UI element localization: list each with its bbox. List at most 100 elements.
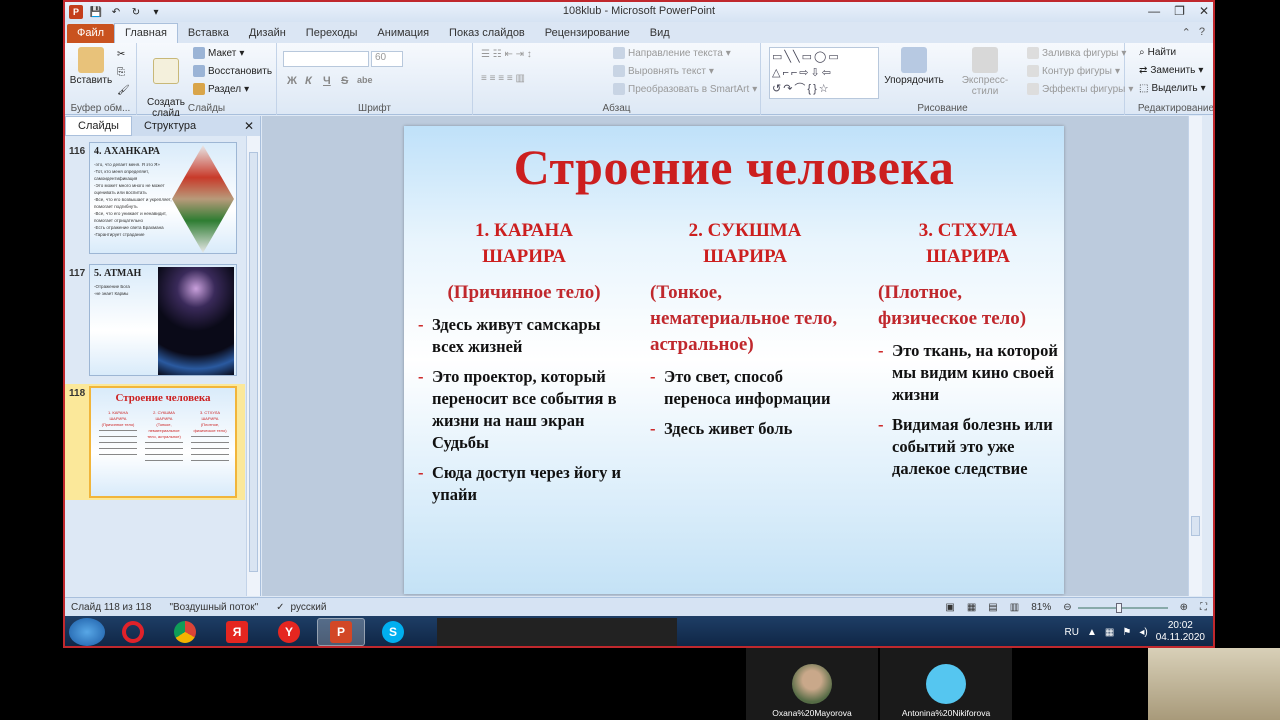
minimize-ribbon-icon[interactable]: ⌃ (1182, 26, 1191, 39)
align-text-button[interactable]: Выровнять текст ▾ (613, 65, 714, 77)
clock[interactable]: 20:02 04.11.2020 (1156, 620, 1205, 644)
tab-transitions[interactable]: Переходы (296, 24, 368, 43)
tab-outline-panel[interactable]: Структура (132, 117, 208, 135)
help-icon[interactable]: ? (1199, 26, 1205, 39)
text-direction-button[interactable]: Направление текста ▾ (613, 47, 731, 59)
shape-fill-button[interactable]: Заливка фигуры ▾ (1027, 47, 1126, 59)
shapes-gallery[interactable]: ▭╲╲▭◯▭ △⌐⌐⇨⇩⇦ ↺↷⌒{}☆ (769, 47, 879, 99)
column-karana[interactable]: 1. КАРАНА ШАРИРА (Причинное тело) Здесь … (418, 218, 630, 506)
canvas-scrollbar[interactable] (1188, 116, 1202, 596)
slides-panel: Слайды Структура ✕ 116 4. АХАНКАРА -это,… (65, 116, 261, 596)
zoom-out-icon[interactable]: ⊖ (1063, 602, 1071, 613)
zoom-in-icon[interactable]: ⊕ (1180, 602, 1188, 613)
language-tray[interactable]: RU (1065, 627, 1079, 638)
zoom-slider-knob[interactable] (1115, 602, 1122, 613)
normal-view-icon[interactable]: ▣ (945, 602, 954, 613)
align-text-icon (613, 65, 625, 77)
slide-thumbnail-118[interactable]: 118 Строение человека 1. КАРАНА ШАРИРА (П… (65, 384, 245, 500)
tray-expand-icon[interactable]: ▲ (1087, 627, 1097, 638)
tab-design[interactable]: Дизайн (239, 24, 296, 43)
tab-file[interactable]: Файл (67, 24, 115, 43)
sorter-view-icon[interactable]: ▦ (967, 602, 976, 613)
reset-button[interactable]: Восстановить (193, 65, 272, 77)
language-indicator[interactable]: русский (291, 602, 327, 613)
list-buttons[interactable]: ☰ ☷ ⇤ ⇥ ↕ (481, 49, 532, 60)
column-sthula[interactable]: 3. СТХУЛА ШАРИРА (Плотное, физическое те… (878, 218, 1058, 480)
text-direction-icon (613, 47, 625, 59)
tab-view[interactable]: Вид (640, 24, 680, 43)
tab-animation[interactable]: Анимация (367, 24, 439, 43)
bold-button[interactable]: Ж (287, 75, 297, 87)
paste-icon (78, 47, 104, 73)
panel-tabs: Слайды Структура ✕ (65, 116, 260, 136)
slideshow-view-icon[interactable]: ▥ (1010, 602, 1019, 613)
find-button[interactable]: ⌕ Найти (1139, 47, 1176, 58)
replace-button[interactable]: ⇄ Заменить ▾ (1139, 65, 1203, 76)
column-subtitle: (Причинное тело) (447, 282, 601, 303)
smartart-button[interactable]: Преобразовать в SmartArt ▾ (613, 83, 757, 95)
ribbon: Вставить ✂ ⎘ 🖌 Буфер обм... Создать слай… (65, 43, 1213, 119)
tab-home[interactable]: Главная (114, 23, 178, 43)
tab-slideshow[interactable]: Показ слайдов (439, 24, 535, 43)
underline-button[interactable]: Ч (323, 75, 331, 87)
participant-tile-1[interactable]: Oxana%20Mayorova (746, 648, 878, 720)
zoom-level[interactable]: 81% (1031, 602, 1051, 613)
group-clipboard: Вставить ✂ ⎘ 🖌 Буфер обм... (65, 43, 137, 115)
taskbar-powerpoint[interactable]: P (317, 618, 365, 646)
shape-outline-button[interactable]: Контур фигуры ▾ (1027, 65, 1120, 77)
tab-slides-panel[interactable]: Слайды (65, 116, 132, 136)
volume-icon[interactable]: ◂) (1139, 627, 1147, 638)
strikethrough-button[interactable]: S (341, 75, 348, 87)
quick-styles-button[interactable]: Экспресс-стили (949, 47, 1021, 97)
theme-name[interactable]: "Воздушный поток" (169, 602, 258, 613)
participant-video[interactable] (1148, 648, 1280, 720)
font-size-combo[interactable]: 60 (371, 51, 403, 67)
participant-tile-2[interactable]: Antonina%20Nikiforova (880, 648, 1012, 720)
slide-thumbnail-116[interactable]: 116 4. АХАНКАРА -это, что делает меня. Я… (65, 142, 245, 254)
slide-thumbnail-117[interactable]: 117 5. АТМАН -Отражение Бога -не знает К… (65, 264, 245, 376)
spellcheck-icon[interactable]: ✓ (276, 602, 284, 613)
panel-scrollbar[interactable] (246, 136, 260, 596)
zoom-slider[interactable] (1077, 602, 1168, 613)
panel-scroll-thumb[interactable] (249, 152, 258, 572)
section-button[interactable]: Раздел ▾ (193, 83, 249, 95)
shape-effects-icon (1027, 83, 1039, 95)
shape-fill-icon (1027, 47, 1039, 59)
start-button[interactable] (69, 618, 105, 646)
flag-icon[interactable]: ⚑ (1122, 627, 1131, 638)
align-buttons[interactable]: ≡ ≡ ≡ ≡ ▥ (481, 73, 525, 84)
column-sukshma[interactable]: 2. СУКШМА ШАРИРА (Тонкое, нематериальное… (650, 218, 840, 440)
taskbar-skype[interactable]: S (369, 618, 417, 646)
shadow-button[interactable]: abe (357, 75, 373, 85)
taskbar-yandex-browser[interactable]: Y (265, 618, 313, 646)
title-bar: P 💾 ↶ ↻ ▾ 108klub - Microsoft PowerPoint… (65, 2, 1213, 22)
select-button[interactable]: ⬚ Выделить ▾ (1139, 83, 1206, 94)
network-icon[interactable]: ▦ (1105, 627, 1114, 638)
tab-review[interactable]: Рецензирование (535, 24, 640, 43)
paste-button[interactable]: Вставить (69, 47, 113, 86)
thumbnail-column-lines (191, 436, 229, 462)
shape-effects-button[interactable]: Эффекты фигуры ▾ (1027, 83, 1133, 95)
arrange-button[interactable]: Упорядочить (883, 47, 945, 86)
tab-insert[interactable]: Вставка (178, 24, 239, 43)
panel-close-icon[interactable]: ✕ (244, 119, 254, 133)
copy-icon[interactable]: ⎘ (117, 67, 125, 78)
arrange-icon (901, 47, 927, 73)
italic-button[interactable]: К (305, 75, 312, 87)
format-painter-icon[interactable]: 🖌 (117, 85, 130, 96)
slide-title[interactable]: Строение человека (404, 138, 1064, 196)
canvas-scroll-thumb[interactable] (1191, 516, 1200, 536)
fit-window-icon[interactable]: ⛶ (1200, 602, 1207, 613)
font-name-combo[interactable] (283, 51, 369, 67)
taskbar-chrome[interactable] (161, 618, 209, 646)
minimize-icon[interactable]: — (1148, 4, 1160, 18)
slide-118[interactable]: Строение человека 1. КАРАНА ШАРИРА (Прич… (404, 126, 1064, 594)
close-icon[interactable]: ✕ (1199, 4, 1209, 18)
taskbar-opera[interactable] (109, 618, 157, 646)
thumbnail-preview: 4. АХАНКАРА -это, что делает меня. Я это… (89, 142, 237, 254)
cut-icon[interactable]: ✂ (117, 49, 125, 60)
reading-view-icon[interactable]: ▤ (988, 602, 997, 613)
layout-button[interactable]: Макет ▾ (193, 47, 244, 59)
maximize-icon[interactable]: ❐ (1174, 4, 1185, 18)
taskbar-yandex[interactable]: Я (213, 618, 261, 646)
